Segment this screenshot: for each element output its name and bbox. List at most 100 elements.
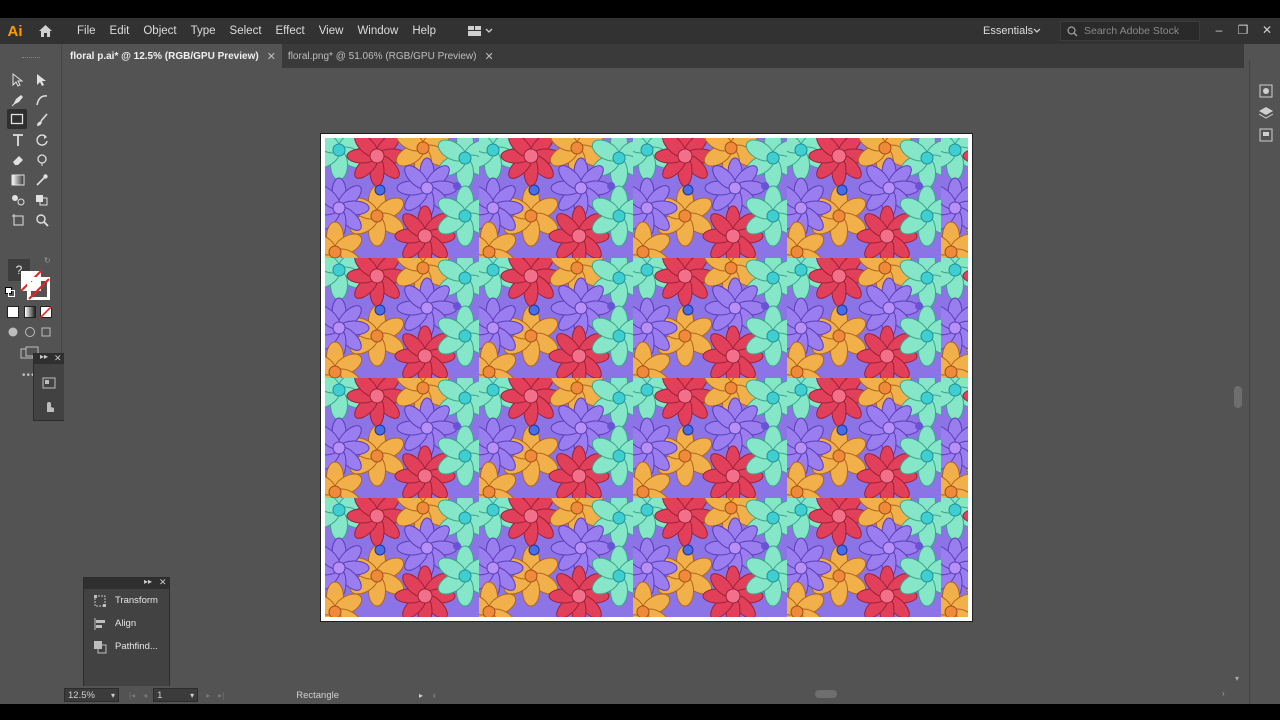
- tab-label: floral p.ai* @ 12.5% (RGB/GPU Preview): [70, 50, 259, 62]
- app-logo: Ai: [7, 22, 23, 40]
- right-panel-dock: [1249, 60, 1280, 704]
- paintbrush-tool-icon[interactable]: [32, 110, 52, 130]
- close-panel-icon[interactable]: ✕: [159, 577, 167, 588]
- default-fill-stroke-icon[interactable]: [5, 287, 15, 297]
- canvas-area[interactable]: [64, 68, 1244, 686]
- draw-inside-icon[interactable]: [40, 326, 52, 338]
- collapse-icon[interactable]: ▸▸: [40, 352, 48, 361]
- menu-type[interactable]: Type: [184, 18, 223, 44]
- close-tab-icon[interactable]: ✕: [484, 50, 493, 63]
- layers-icon[interactable]: [1257, 104, 1275, 122]
- draw-normal-icon[interactable]: [7, 326, 19, 338]
- menu-edit[interactable]: Edit: [103, 18, 137, 44]
- zoom-tool-icon[interactable]: [32, 210, 52, 230]
- tools-panel: ? ↻ •••: [0, 44, 62, 381]
- illustrator-window: Ai File Edit Object Type Select Effect V…: [0, 18, 1280, 704]
- menu-help[interactable]: Help: [405, 18, 443, 44]
- current-tool-status: Rectangle: [296, 689, 339, 701]
- panel-transform[interactable]: Transform: [84, 589, 169, 612]
- home-icon[interactable]: [32, 18, 58, 44]
- menu-effect[interactable]: Effect: [269, 18, 312, 44]
- toolbar-grip[interactable]: [22, 57, 40, 59]
- libraries-panel-icon[interactable]: [1257, 126, 1275, 144]
- close-panel-icon[interactable]: ✕: [54, 353, 62, 364]
- horizontal-scrollbar[interactable]: [815, 690, 837, 698]
- arrange-documents-button[interactable]: [463, 21, 497, 41]
- floral-pattern-image: [325, 138, 968, 617]
- chevron-down-icon: [1033, 28, 1041, 33]
- menu-view[interactable]: View: [312, 18, 351, 44]
- rectangle-tool-icon[interactable]: [7, 109, 27, 129]
- status-menu-icon[interactable]: ▸: [419, 691, 423, 700]
- touch-icon[interactable]: [42, 399, 56, 413]
- libraries-icon[interactable]: [42, 377, 56, 389]
- panel-label: Pathfind...: [115, 641, 158, 652]
- eraser-tool-icon[interactable]: [8, 150, 28, 170]
- floral-pattern-artwork[interactable]: [325, 138, 968, 617]
- none-mode-icon[interactable]: [39, 305, 53, 319]
- panel-header[interactable]: ▸▸ ✕: [34, 352, 64, 364]
- properties-panel: ▸▸ ✕ Transform Align Pathfind...: [83, 577, 170, 687]
- panel-align[interactable]: Align: [84, 612, 169, 635]
- tab-floral-ai[interactable]: floral p.ai* @ 12.5% (RGB/GPU Preview) ✕: [64, 44, 282, 68]
- close-icon[interactable]: ✕: [1257, 21, 1277, 39]
- scroll-down-icon[interactable]: ▾: [1235, 674, 1239, 683]
- eyedropper-tool-icon[interactable]: [32, 170, 52, 190]
- artboard[interactable]: [321, 134, 972, 621]
- next-artboard-icon[interactable]: ▸: [206, 691, 210, 700]
- page-value: 1: [157, 689, 163, 701]
- status-bar: 12.5% ▾ |◂ ◂ 1 ▾ ▸ ▸| Rectangle ▸ ‹: [64, 686, 1244, 704]
- align-icon: [94, 617, 105, 630]
- collapse-icon[interactable]: ▸▸: [144, 577, 152, 586]
- artboard-tool-icon[interactable]: [8, 210, 28, 230]
- panel-pathfinder[interactable]: Pathfind...: [84, 635, 169, 658]
- first-artboard-icon[interactable]: |◂: [129, 691, 135, 700]
- last-artboard-icon[interactable]: ▸|: [218, 691, 224, 700]
- workspace-switcher[interactable]: Essentials: [975, 21, 1047, 41]
- restore-icon[interactable]: ❐: [1233, 21, 1253, 39]
- color-mode-icon[interactable]: [7, 306, 19, 318]
- adobe-stock-search[interactable]: Search Adobe Stock: [1060, 21, 1200, 41]
- document-tabs: floral p.ai* @ 12.5% (RGB/GPU Preview) ✕…: [64, 44, 1244, 68]
- direct-selection-tool-icon[interactable]: [32, 70, 52, 90]
- warp-tool-icon[interactable]: [32, 150, 52, 170]
- panel-label: Align: [115, 618, 137, 629]
- docked-mini-panel: ▸▸ ✕: [33, 352, 65, 421]
- previous-artboard-icon[interactable]: ◂: [143, 691, 147, 700]
- tab-floral-png[interactable]: floral.png* @ 51.06% (RGB/GPU Preview) ✕: [282, 44, 500, 68]
- gradient-mode-icon[interactable]: [24, 306, 36, 318]
- swap-fill-stroke-icon[interactable]: ↻: [44, 256, 52, 265]
- scroll-left-icon[interactable]: ‹: [433, 691, 436, 700]
- curvature-tool-icon[interactable]: [32, 90, 52, 110]
- zoom-level-field[interactable]: 12.5% ▾: [64, 688, 119, 702]
- blend-tool-icon[interactable]: [8, 190, 28, 210]
- workspace-label: Essentials: [983, 25, 1034, 37]
- minimize-icon[interactable]: –: [1209, 21, 1229, 39]
- pen-tool-icon[interactable]: [8, 90, 28, 110]
- close-tab-icon[interactable]: ✕: [267, 50, 276, 63]
- fill-stroke-swatch[interactable]: [20, 270, 51, 301]
- scroll-right-icon[interactable]: ›: [1222, 689, 1225, 698]
- chevron-down-icon: [485, 28, 492, 33]
- panel-header[interactable]: ▸▸ ✕: [84, 577, 169, 589]
- search-placeholder: Search Adobe Stock: [1084, 25, 1180, 37]
- chevron-down-icon[interactable]: ▾: [190, 691, 194, 700]
- selection-tool-icon[interactable]: [8, 70, 28, 90]
- tab-label: floral.png* @ 51.06% (RGB/GPU Preview): [287, 50, 477, 62]
- shape-builder-tool-icon[interactable]: [32, 190, 52, 210]
- menu-object[interactable]: Object: [136, 18, 183, 44]
- artboard-number-field[interactable]: 1 ▾: [153, 688, 199, 702]
- vertical-scrollbar[interactable]: [1234, 386, 1242, 408]
- menu-window[interactable]: Window: [350, 18, 405, 44]
- chevron-down-icon[interactable]: ▾: [111, 691, 115, 700]
- gradient-tool-icon[interactable]: [8, 170, 28, 190]
- arrange-grid-icon: [467, 26, 481, 36]
- type-tool-icon[interactable]: [8, 130, 28, 150]
- rotate-tool-icon[interactable]: [32, 130, 52, 150]
- menu-select[interactable]: Select: [223, 18, 269, 44]
- transform-icon: [94, 594, 106, 607]
- properties-panel-icon[interactable]: [1257, 82, 1275, 100]
- draw-behind-icon[interactable]: [24, 326, 36, 338]
- menu-bar: Ai File Edit Object Type Select Effect V…: [0, 18, 1280, 44]
- menu-file[interactable]: File: [70, 18, 103, 44]
